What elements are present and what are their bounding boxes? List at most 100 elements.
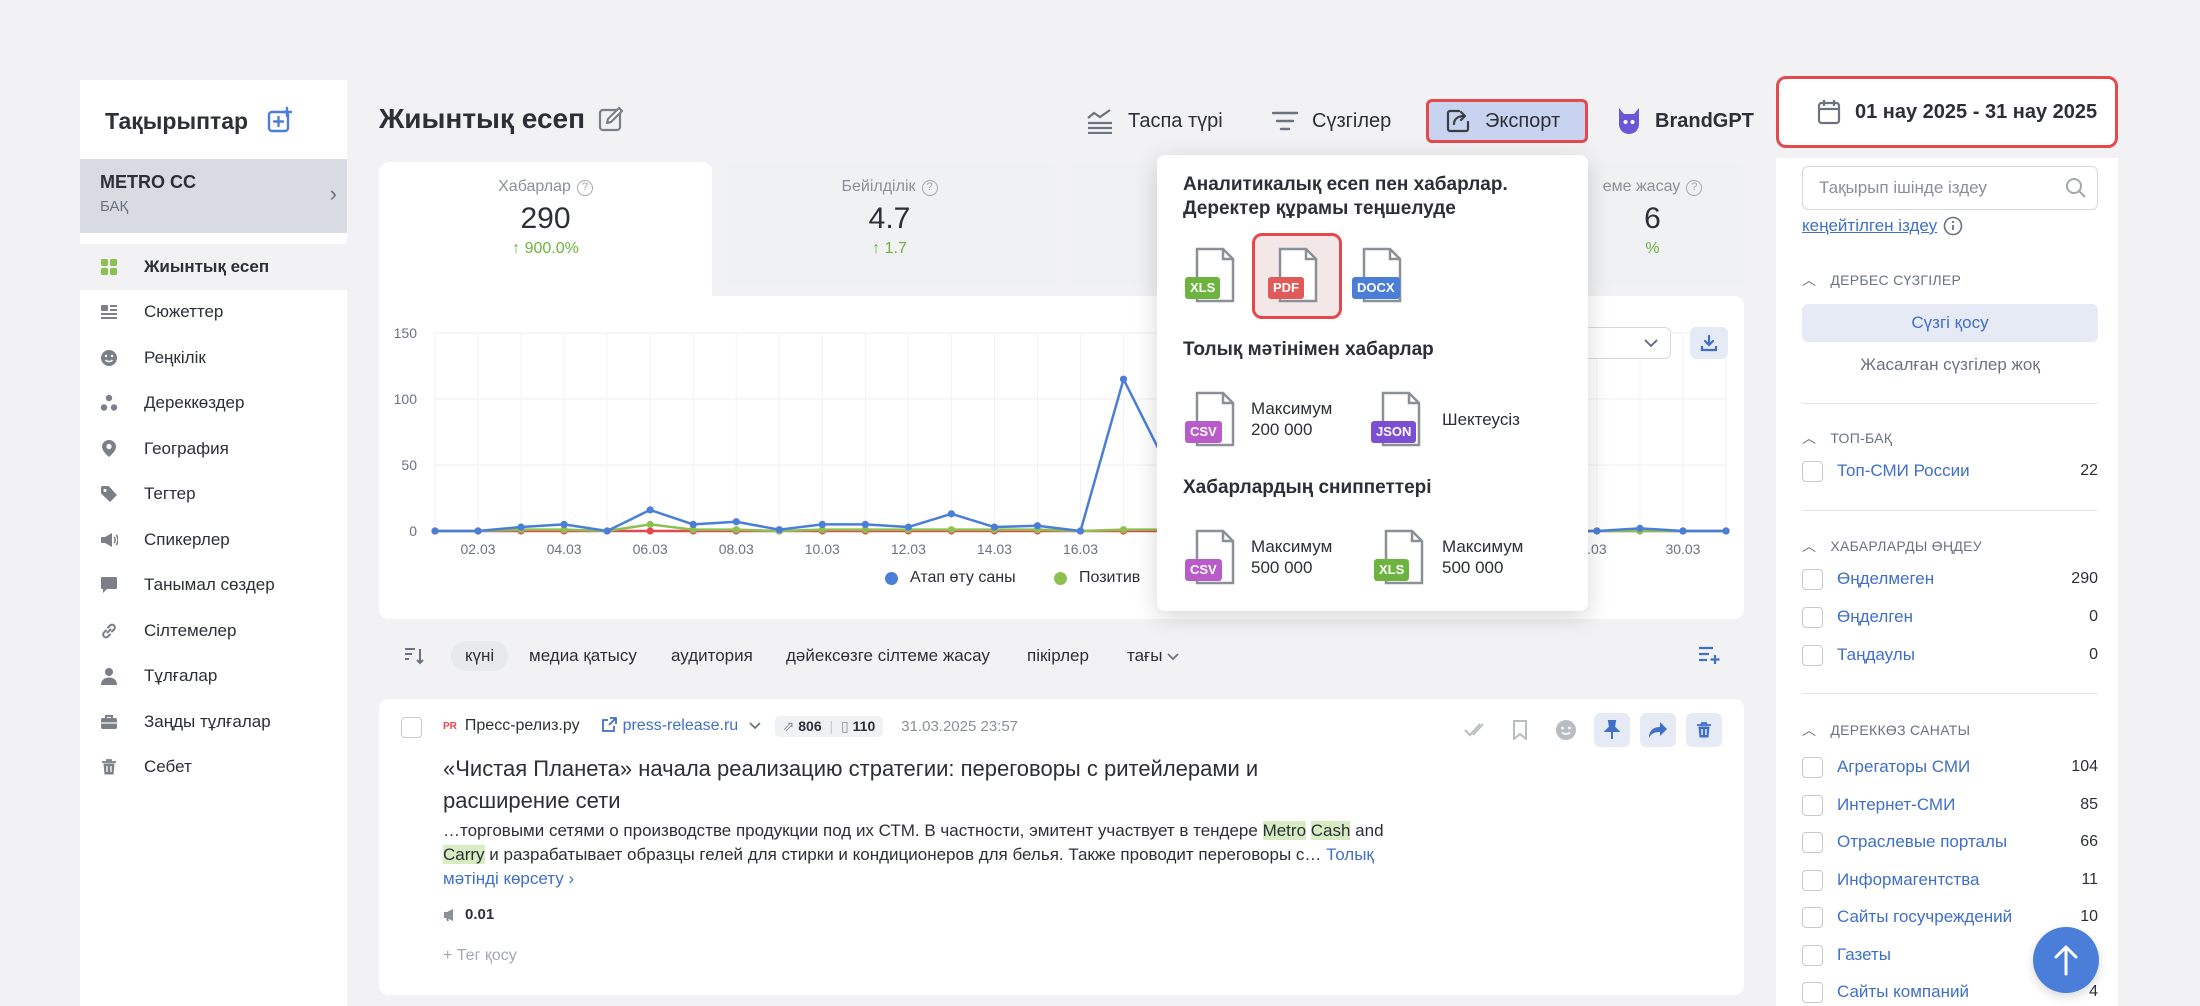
add-tag-button[interactable]: + Тег қосу xyxy=(443,947,517,965)
source-name[interactable]: Пресс-релиз.ру xyxy=(465,717,580,735)
export-xls-report-button[interactable]: XLS xyxy=(1185,247,1237,307)
filter-checkbox[interactable] xyxy=(1802,944,1823,966)
delete-button[interactable] xyxy=(1686,713,1722,747)
help-icon[interactable]: ? xyxy=(1686,180,1703,196)
sidebar-item-summary[interactable]: Жиынтық есеп xyxy=(80,244,347,290)
filter-checkbox[interactable] xyxy=(1802,460,1823,482)
legend-item-mentions[interactable]: Атап өту саны xyxy=(885,569,1016,587)
brandgpt-button[interactable]: BrandGPT xyxy=(1617,99,1754,143)
add-column-icon[interactable] xyxy=(1698,645,1720,665)
section-own-filters[interactable]: ︿ ДЕРБЕС СҮЗГІЛЕР xyxy=(1802,270,1961,290)
article-title[interactable]: «Чистая Планета» начала реализацию страт… xyxy=(443,753,1343,817)
filter-checkbox[interactable] xyxy=(1802,756,1823,778)
section-title: ДЕРБЕС СҮЗГІЛЕР xyxy=(1830,272,1962,288)
filter-option[interactable]: Таңдаулы 0 xyxy=(1802,643,2098,667)
filter-option[interactable]: Сайты госучреждений 10 xyxy=(1802,905,2098,929)
export-json-fulltext-button[interactable]: JSON xyxy=(1371,391,1423,451)
export-button[interactable]: Экспорт xyxy=(1426,99,1588,143)
filter-checkbox[interactable] xyxy=(1802,606,1823,628)
export-pdf-report-button[interactable]: PDF xyxy=(1268,247,1320,307)
source-domain-link[interactable]: press-release.ru xyxy=(601,717,761,735)
stat-card-engagement[interactable]: Бейілділік? 4.7 ↑ 1.7 xyxy=(723,162,1056,286)
add-topic-icon[interactable] xyxy=(266,106,294,134)
sidebar-item-speakers[interactable]: Спикерлер xyxy=(80,517,347,563)
legend-item-positive[interactable]: Позитив xyxy=(1054,569,1140,587)
filters-button[interactable]: Сүзгілер xyxy=(1272,99,1391,143)
sidebar-item-trash[interactable]: Себет xyxy=(80,745,347,791)
filter-checkbox[interactable] xyxy=(1802,568,1823,590)
sidebar-item-sources[interactable]: Дереккөздер xyxy=(80,381,347,427)
sidebar-item-persons[interactable]: Тұлғалар xyxy=(80,654,347,700)
sentiment-button[interactable] xyxy=(1548,713,1584,747)
export-section-fulltext-title: Толық мәтінімен хабарлар xyxy=(1183,339,1434,360)
filter-checkbox[interactable] xyxy=(1802,869,1823,891)
download-icon xyxy=(1700,334,1718,352)
sort-chip-date[interactable]: күні xyxy=(451,641,509,671)
sidebar-item-sentiment[interactable]: Реңкілік xyxy=(80,335,347,381)
export-section-analytics-title: Аналитикалық есеп пен хабарлар. Деректер … xyxy=(1183,173,1508,221)
limit-line: Максимум xyxy=(1251,399,1333,418)
help-icon[interactable]: ? xyxy=(921,180,938,196)
chevron-up-icon: ︿ xyxy=(1802,538,1817,554)
sidebar-item-label: Танымал сөздер xyxy=(144,575,275,595)
topic-search-input[interactable]: Тақырып ішінде іздеу xyxy=(1802,166,2098,210)
bookmark-button[interactable] xyxy=(1502,713,1538,747)
filter-option[interactable]: Агрегаторы СМИ 104 xyxy=(1802,755,2098,779)
filter-checkbox[interactable] xyxy=(1802,644,1823,666)
sort-chip-audience[interactable]: аудитория xyxy=(657,641,767,671)
sidebar-item-legal-entities[interactable]: Заңды тұлғалар xyxy=(80,699,347,745)
filter-option[interactable]: Топ-СМИ России 22 xyxy=(1802,459,2098,483)
data-point xyxy=(818,520,826,528)
filter-option[interactable]: Өңделген 0 xyxy=(1802,605,2098,629)
external-link-icon xyxy=(601,717,617,732)
sort-bar: күні медиа қатысу аудитория дәйексөзге с… xyxy=(379,638,1744,674)
data-point xyxy=(1636,524,1644,532)
chart-download-button[interactable] xyxy=(1690,327,1728,359)
filter-label: Интернет-СМИ xyxy=(1837,795,1956,814)
sort-icon[interactable] xyxy=(404,647,424,665)
sort-chip-media[interactable]: медиа қатысу xyxy=(515,641,651,671)
x-tick-label: 14.03 xyxy=(977,541,1012,557)
mark-read-button[interactable] xyxy=(1456,713,1492,747)
section-title: ТОП-БАҚ xyxy=(1830,430,1893,446)
filter-checkbox[interactable] xyxy=(1802,794,1823,816)
data-point xyxy=(1593,527,1601,535)
export-docx-report-button[interactable]: DOCX xyxy=(1352,247,1404,307)
pin-button[interactable] xyxy=(1594,713,1630,747)
help-icon[interactable]: ? xyxy=(576,180,593,196)
share-button[interactable] xyxy=(1640,713,1676,747)
filter-option[interactable]: Өңделмеген 290 xyxy=(1802,567,2098,591)
sidebar-item-geography[interactable]: География xyxy=(80,426,347,472)
section-processing[interactable]: ︿ ХАБАРЛАРДЫ ӨҢДЕУ xyxy=(1802,536,1982,556)
add-filter-button[interactable]: Сүзгі қосу xyxy=(1802,304,2098,342)
sort-chip-comments[interactable]: пікірлер xyxy=(1013,641,1103,671)
stat-card-messages[interactable]: Хабарлар? 290 ↑ 900.0% xyxy=(379,162,712,302)
advanced-search-link[interactable]: кеңейтілген іздеу xyxy=(1802,216,1963,236)
filter-checkbox[interactable] xyxy=(1802,906,1823,928)
topic-selector[interactable]: METRO CC БАҚ › xyxy=(80,159,347,233)
filter-option[interactable]: Информагентства 11 xyxy=(1802,868,2098,892)
sort-chip-more[interactable]: тағы xyxy=(1113,641,1193,671)
sidebar-item-popular-words[interactable]: Танымал сөздер xyxy=(80,563,347,609)
sort-chip-citation[interactable]: дәйексөзге сілтеме жасау xyxy=(772,641,1004,671)
megaphone-icon xyxy=(444,908,453,921)
scroll-to-top-button[interactable] xyxy=(2033,927,2099,993)
sidebar-item-stories[interactable]: Сюжеттер xyxy=(80,290,347,336)
section-source-category[interactable]: ︿ ДЕРЕККӨЗ САНАТЫ xyxy=(1802,720,1970,740)
legend-dot xyxy=(885,571,898,585)
export-xls-snippets-button[interactable]: XLS xyxy=(1374,529,1426,589)
article-checkbox[interactable] xyxy=(401,717,422,738)
filter-option[interactable]: Отраслевые порталы 66 xyxy=(1802,830,2098,854)
export-csv-fulltext-button[interactable]: CSV xyxy=(1185,391,1237,451)
data-point xyxy=(732,518,740,526)
section-top-media[interactable]: ︿ ТОП-БАҚ xyxy=(1802,428,1892,448)
sidebar-item-tags[interactable]: Тегтер xyxy=(80,472,347,518)
date-range-picker[interactable]: 01 нау 2025 - 31 нау 2025 xyxy=(1776,76,2118,148)
filter-checkbox[interactable] xyxy=(1802,981,1823,1003)
filter-option[interactable]: Интернет-СМИ 85 xyxy=(1802,793,2098,817)
export-csv-snippets-button[interactable]: CSV xyxy=(1185,529,1237,589)
sidebar-item-links[interactable]: Сілтемелер xyxy=(80,608,347,654)
edit-icon[interactable] xyxy=(598,105,626,133)
feed-type-button[interactable]: Таспа түрі xyxy=(1086,99,1223,143)
filter-checkbox[interactable] xyxy=(1802,831,1823,853)
